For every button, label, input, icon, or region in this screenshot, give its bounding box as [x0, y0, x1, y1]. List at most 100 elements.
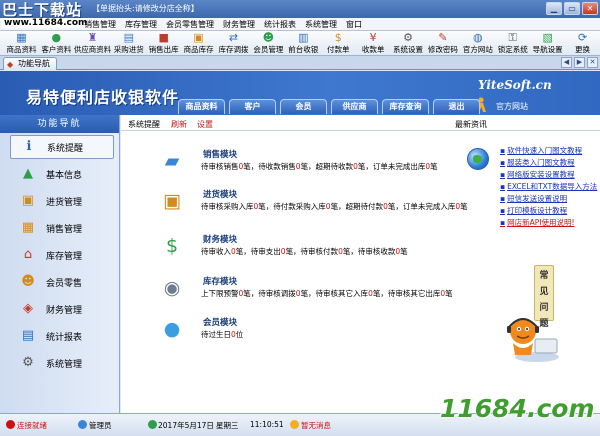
faq-char: 常 — [539, 271, 549, 281]
bullet-icon: ▪ — [500, 170, 506, 179]
module-desc-text: 笔，待审核其它入库 — [300, 289, 369, 298]
menu-item[interactable]: 会员零售管理 — [166, 19, 214, 30]
warehouse-icon: ⌂ — [23, 247, 33, 262]
sidebar-item[interactable]: ⚙ 系统管理 — [10, 351, 114, 375]
sidebar-item[interactable]: ▣ 进货管理 — [10, 189, 114, 213]
tab-scroll-left-icon[interactable]: ◀ — [561, 57, 572, 68]
toolbar-button-label: 供应商资料 — [73, 45, 112, 54]
official-site-link[interactable]: 官方网站 — [496, 101, 528, 112]
toolbar-button-label: 采购进货 — [113, 45, 144, 54]
app-logo: 巴士下载站 — [2, 1, 83, 19]
module-title[interactable]: 销售模块 — [203, 148, 237, 160]
toolbar-button[interactable]: ▤ 采购进货 — [111, 31, 146, 56]
menu-item[interactable]: 财务管理 — [223, 19, 255, 30]
news-link-text: 打印模板设计教程 — [507, 206, 568, 215]
toolbar-button[interactable]: ☻ 会员管理 — [251, 31, 286, 56]
module-title[interactable]: 会员模块 — [203, 316, 237, 328]
news-link[interactable]: ▪ 短信发送设置说明 — [500, 193, 597, 205]
sidebar-item[interactable]: ⌂ 库存管理 — [10, 243, 114, 267]
module-title[interactable]: 进货模块 — [203, 188, 237, 200]
toolbar-button[interactable]: ⚿ 锁定系统 — [495, 31, 530, 56]
menu-item[interactable]: 窗口 — [346, 19, 362, 30]
nav-tab[interactable]: 会员 — [280, 99, 327, 114]
report-icon: ▤ — [21, 328, 35, 343]
menu-item[interactable]: 统计报表 — [264, 19, 296, 30]
toolbar-button[interactable]: ◍ 官方网站 — [460, 31, 495, 56]
module-desc-text: 笔 — [400, 247, 408, 256]
sidebar-item[interactable]: ◈ 财务管理 — [10, 297, 114, 321]
sidebar-item[interactable]: ▤ 统计报表 — [10, 324, 114, 348]
maximize-button[interactable]: ▭ — [564, 2, 580, 15]
sidebar-item-label: 进货管理 — [46, 197, 83, 208]
finance-icon: ◈ — [23, 301, 33, 316]
module-title[interactable]: 财务模块 — [203, 233, 237, 245]
nav-tab[interactable]: 供应商 — [331, 99, 378, 114]
nav-tab[interactable]: 库存查询 — [382, 99, 429, 114]
toolbar-button[interactable]: ✎ 修改密码 — [425, 31, 460, 56]
website-icon: ◍ — [473, 31, 483, 44]
receipt-icon: ¥ — [369, 31, 377, 44]
toolbar-button[interactable]: ▥ 前台收银 — [286, 31, 321, 56]
globe-icon — [467, 148, 489, 170]
minimize-button[interactable]: ▁ — [546, 2, 562, 15]
sidebar-item[interactable]: ☻ 会员零售 — [10, 270, 114, 294]
module-description: 待审收入0笔，待审支出0笔，待审核付款0笔，待审核收款0笔 — [201, 246, 408, 257]
payment-icon: $ — [334, 31, 342, 44]
toolbar-button[interactable]: ▣ 商品库存 — [181, 31, 216, 56]
tab-close-icon[interactable]: ✕ — [587, 57, 598, 68]
refresh-link[interactable]: 刷新 — [171, 119, 187, 130]
news-link[interactable]: ▪ EXCEL和TXT数据导入方法 — [500, 181, 597, 193]
menu-item[interactable]: 系统管理 — [305, 19, 337, 30]
news-link[interactable]: ▪ 打印模板设计教程 — [500, 205, 597, 217]
toolbar-button[interactable]: ⇄ 库存调拨 — [216, 31, 251, 56]
toolbar-button[interactable]: ⚙ 系统设置 — [391, 31, 426, 56]
module-title[interactable]: 库存模块 — [203, 275, 237, 287]
tab-scroll-right-icon[interactable]: ▶ — [574, 57, 585, 68]
box-icon: ▣ — [21, 193, 35, 208]
bullet-icon: ▪ — [500, 218, 506, 227]
customer-icon: ● — [51, 31, 62, 44]
news-link[interactable]: ▪ 软件快速入门图文教程 — [500, 145, 597, 157]
nav-tab[interactable]: 客户 — [229, 99, 276, 114]
toolbar-button[interactable]: ♜ 供应商资料 — [74, 31, 112, 56]
nav-settings-icon: ▧ — [542, 31, 553, 44]
news-link[interactable]: ▪ 服装类入门图文教程 — [500, 157, 597, 169]
module-desc-text: 位 — [235, 330, 244, 339]
menu-bar: www.11684.com 销售管理 库存管理 会员零售管理 财务管理 统计报表 系统管理… — [0, 18, 600, 31]
toolbar-button[interactable]: ● 客户资料 — [39, 31, 74, 56]
sidebar-item[interactable]: ▦ 销售管理 — [10, 216, 114, 240]
toolbar-button[interactable]: ⟳ 更换 — [565, 31, 600, 56]
status-message[interactable]: 暂无消息 — [301, 420, 331, 431]
toolbar: ▦ 商品资料 ● 客户资料 ♜ 供应商资料 ▤ 采购进货 ■ 销售出库 ▣ 商品库存 ⇄ 库存调拨 ☻ 会员管… — [0, 31, 600, 56]
toolbar-button[interactable]: ¥ 收款单 — [356, 31, 391, 56]
news-link[interactable]: ▪ 网络版安装设置教程 — [500, 169, 597, 181]
main-header-line — [121, 115, 600, 131]
module-desc-text: 笔，超期待付款 — [330, 202, 384, 211]
news-link[interactable]: ▪ 网店新API使用说明! — [500, 217, 597, 229]
status-text: 连接就绪 — [17, 421, 47, 430]
toolbar-button[interactable]: ■ 销售出库 — [146, 31, 181, 56]
toolbar-button[interactable]: ▦ 商品资料 — [4, 31, 39, 56]
sidebar: 功能导航 ℹ 系统提醒 ▲ 基本信息 ▣ 进货管理 ▦ 销售管理 ⌂ 库存管理 ☻ 会员零售 ◈ 财务管理… — [0, 115, 120, 413]
toolbar-button[interactable]: $ 付款单 — [321, 31, 356, 56]
nav-tab[interactable]: 退出 — [433, 99, 480, 114]
sidebar-item[interactable]: ▲ 基本信息 — [10, 162, 114, 186]
module-description: 待审核采购入库0笔，待付款采购入库0笔，超期待付款0笔，订单未完成入库0笔 — [201, 201, 468, 212]
yitesoft-logo: YiteSoft.cn — [478, 78, 552, 92]
module-desc-text: 笔，待审核其它出库 — [372, 289, 441, 298]
user-icon — [78, 420, 87, 429]
tab-function-nav[interactable]: ◆ 功能导航 — [3, 57, 57, 70]
toolbar-button[interactable]: ▧ 导航设置 — [530, 31, 565, 56]
nav-tab[interactable]: 商品资料 — [178, 99, 225, 114]
menu-item[interactable]: 销售管理 — [84, 19, 116, 30]
menu-item[interactable]: 库存管理 — [125, 19, 157, 30]
gears-icon: ⚙ — [22, 355, 34, 370]
settings-link[interactable]: 设置 — [197, 119, 213, 130]
close-button[interactable]: ✕ — [582, 2, 598, 15]
stock-icon: ▣ — [193, 31, 204, 44]
bullet-icon: ▪ — [500, 194, 506, 203]
news-link-text: 网络版安装设置教程 — [507, 170, 575, 179]
toolbar-button-label: 商品库存 — [183, 45, 214, 54]
sidebar-item[interactable]: ℹ 系统提醒 — [10, 135, 114, 159]
module-desc-text: 笔，超期待收款 — [300, 162, 354, 171]
